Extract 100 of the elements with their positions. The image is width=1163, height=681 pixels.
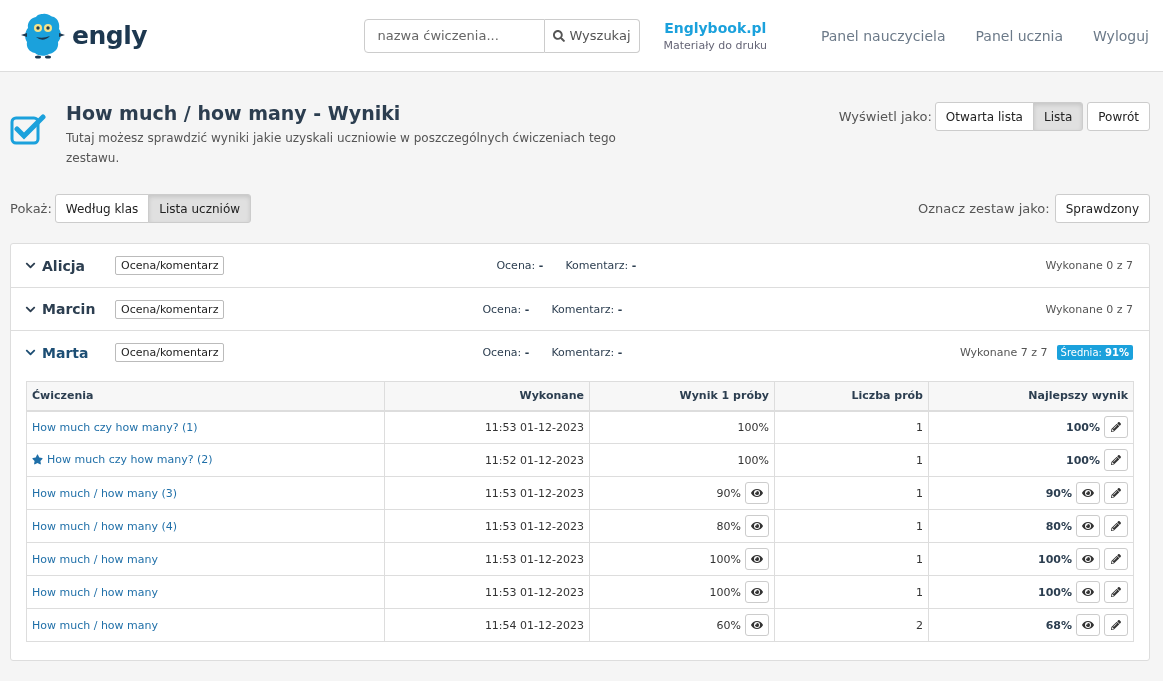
exercise-link[interactable]: How much / how many bbox=[32, 585, 159, 599]
eye-icon bbox=[1082, 553, 1094, 565]
nav-link[interactable]: Wyloguj bbox=[1093, 27, 1149, 44]
edit-button[interactable] bbox=[1104, 416, 1128, 439]
grade-comment-button[interactable]: Ocena/komentarz bbox=[115, 343, 225, 362]
pencil-icon bbox=[1111, 422, 1121, 433]
edit-button[interactable] bbox=[1104, 548, 1128, 570]
table-cell: 2 bbox=[774, 608, 929, 642]
score-text: 60% bbox=[716, 618, 741, 632]
exercise-link[interactable]: How much / how many (3) bbox=[32, 486, 178, 500]
table-cell: 11:53 01-12-2023 bbox=[384, 509, 590, 543]
pencil-icon bbox=[1111, 620, 1121, 630]
grade-text: Ocena: - bbox=[482, 302, 530, 316]
score-text: 100% bbox=[709, 585, 741, 599]
grade-comment-button[interactable]: Ocena/komentarz bbox=[115, 256, 225, 275]
grade-text: Ocena: - bbox=[496, 259, 544, 272]
edit-button[interactable] bbox=[1104, 581, 1128, 603]
best-score-text: 100% bbox=[1066, 420, 1100, 434]
table-cell: 1 bbox=[774, 575, 929, 609]
exercise-link[interactable]: How much / how many (4) bbox=[32, 519, 178, 533]
eye-icon bbox=[1082, 520, 1094, 532]
brand-subtitle: Materiały do druku bbox=[663, 38, 767, 52]
score-text: 90% bbox=[716, 486, 741, 500]
exercise-link[interactable]: How much czy how many? (2) bbox=[32, 452, 213, 466]
logo-text[interactable]: engly bbox=[72, 21, 147, 50]
comment-text: Komentarz: - bbox=[551, 346, 623, 359]
grade-comment-button[interactable]: Ocena/komentarz bbox=[115, 299, 225, 319]
view-button[interactable] bbox=[745, 482, 769, 504]
table-cell: 1 bbox=[774, 542, 929, 576]
pencil-icon bbox=[1111, 587, 1121, 597]
edit-button[interactable] bbox=[1104, 449, 1128, 471]
search-icon bbox=[553, 29, 566, 42]
mark-checked-button[interactable]: Sprawdzony bbox=[1054, 194, 1150, 223]
nav-link[interactable]: Panel nauczyciela bbox=[820, 27, 946, 44]
toggle-button[interactable]: Według klas bbox=[54, 194, 150, 223]
nav-link[interactable]: Panel ucznia bbox=[975, 27, 1063, 44]
exercise-link[interactable]: How much / how many bbox=[32, 618, 159, 632]
column-header: Ćwiczenia bbox=[26, 381, 385, 411]
edit-button[interactable] bbox=[1104, 515, 1128, 537]
star-icon bbox=[32, 453, 43, 465]
table-cell: 11:53 01-12-2023 bbox=[384, 575, 590, 609]
checkbox-check-icon bbox=[10, 112, 46, 146]
view-label: Wyświetl jako: bbox=[838, 109, 932, 124]
best-score-text: 68% bbox=[1045, 618, 1072, 632]
mark-label: Oznacz zestaw jako: bbox=[917, 201, 1050, 216]
view-button[interactable] bbox=[745, 614, 769, 636]
average-badge: Średnia: 91% bbox=[1056, 345, 1133, 360]
column-header: Wykonane bbox=[384, 381, 590, 411]
view-button[interactable] bbox=[1076, 581, 1100, 603]
pencil-icon bbox=[1111, 554, 1121, 564]
eye-icon bbox=[751, 520, 763, 532]
view-button[interactable] bbox=[745, 515, 769, 537]
view-button[interactable] bbox=[1076, 515, 1100, 537]
chevron-down-icon bbox=[25, 347, 36, 358]
exercise-link[interactable]: How much / how many bbox=[32, 552, 159, 566]
view-button[interactable] bbox=[1076, 548, 1100, 570]
search-field[interactable]: nazwa ćwiczenia... bbox=[364, 18, 546, 53]
score-text: 100% bbox=[737, 420, 769, 434]
student-toggle[interactable]: Alicja bbox=[25, 257, 115, 274]
pencil-icon bbox=[1111, 455, 1121, 465]
best-score-text: 90% bbox=[1045, 486, 1072, 500]
exercise-link[interactable]: How much czy how many? (1) bbox=[32, 420, 198, 434]
best-score-text: 100% bbox=[1038, 585, 1072, 599]
toggle-button[interactable]: Lista bbox=[1032, 102, 1084, 131]
toggle-button[interactable]: Lista uczniów bbox=[148, 194, 252, 223]
back-button[interactable]: Powrót bbox=[1087, 102, 1150, 131]
view-button[interactable] bbox=[1076, 482, 1100, 504]
table-cell: 11:53 01-12-2023 bbox=[384, 410, 590, 444]
table-cell: 1 bbox=[774, 509, 929, 543]
search-button[interactable]: Wyszukaj bbox=[545, 18, 640, 53]
table-cell: 11:52 01-12-2023 bbox=[384, 443, 590, 477]
completed-count: Wykonane 0 z 7 bbox=[1045, 259, 1133, 272]
student-toggle[interactable]: Marta bbox=[25, 344, 115, 361]
view-button[interactable] bbox=[745, 581, 769, 603]
table-cell: 1 bbox=[774, 410, 929, 444]
table-cell: 1 bbox=[774, 476, 929, 510]
score-text: 80% bbox=[716, 519, 741, 533]
view-button[interactable] bbox=[745, 548, 769, 570]
table-cell: 1 bbox=[774, 443, 929, 477]
table-cell: 11:54 01-12-2023 bbox=[384, 608, 590, 642]
student-toggle[interactable]: Marcin bbox=[25, 301, 115, 317]
comment-text: Komentarz: - bbox=[551, 302, 623, 316]
view-button[interactable] bbox=[1076, 614, 1100, 636]
show-label: Pokaż: bbox=[10, 201, 52, 216]
eye-icon bbox=[1082, 487, 1094, 499]
score-text: 100% bbox=[737, 453, 769, 467]
edit-button[interactable] bbox=[1104, 614, 1128, 636]
brand-title: Englybook.pl bbox=[664, 19, 767, 36]
page-title: How much / how many - Wyniki bbox=[66, 102, 402, 124]
eye-icon bbox=[751, 619, 763, 631]
column-header: Najlepszy wynik bbox=[928, 381, 1134, 411]
completed-count: Wykonane 7 z 7 bbox=[959, 346, 1048, 359]
edit-button[interactable] bbox=[1104, 482, 1128, 504]
page-description: Tutaj możesz sprawdzić wyniki jakie uzyskali uczniowie w poszczególnych ćwiczeniach tego zestawu. bbox=[66, 130, 617, 167]
toggle-button[interactable]: Otwarta lista bbox=[934, 102, 1034, 131]
column-header: Liczba prób bbox=[774, 381, 929, 411]
pencil-icon bbox=[1111, 521, 1121, 531]
grade-text: Ocena: - bbox=[482, 346, 530, 359]
best-score-text: 80% bbox=[1045, 519, 1072, 533]
brand-link[interactable]: Englybook.pl Materiały do druku bbox=[663, 19, 767, 52]
